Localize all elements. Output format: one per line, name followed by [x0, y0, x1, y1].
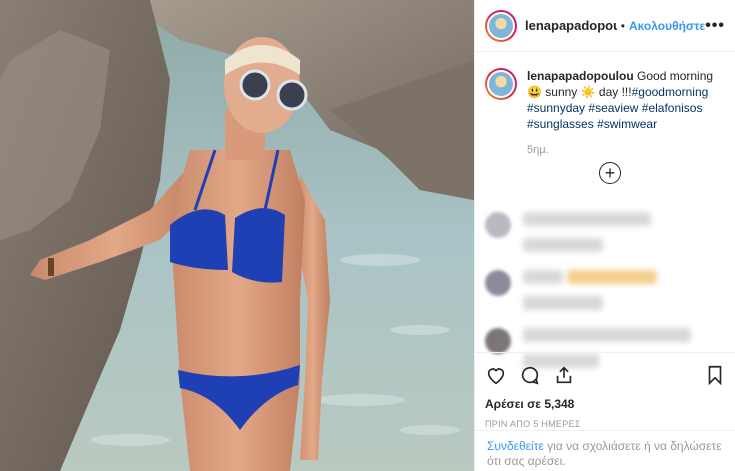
post-photo[interactable] [0, 0, 474, 471]
hashtag-link[interactable]: #seaview [588, 101, 638, 115]
bookmark-icon[interactable] [704, 364, 726, 386]
caption-text: lenapapadopoulou Good morning 😃 sunny ☀️… [527, 68, 725, 132]
avatar[interactable] [485, 212, 511, 238]
list-item [475, 200, 735, 258]
likes-count[interactable]: Αρέσει σε 5,348 [485, 397, 726, 411]
post-date: ΠΡΙΝ ΑΠΟ 5 ΗΜΕΡΕΣ [485, 419, 581, 429]
login-prompt: Συνδεθείτε για να σχολιάσετε ή να δηλώσε… [475, 430, 735, 469]
hashtag-link[interactable]: #swimwear [597, 117, 657, 131]
comment-list [475, 200, 735, 374]
load-more-comments-button[interactable]: + [599, 162, 621, 184]
avatar[interactable] [485, 328, 511, 354]
username-link[interactable]: lenapapadopoulou [525, 18, 617, 33]
login-link[interactable]: Συνδεθείτε [487, 439, 544, 453]
caption-avatar[interactable] [485, 68, 517, 100]
post-image [0, 0, 474, 471]
post-actions: Αρέσει σε 5,348 ΠΡΙΝ ΑΠΟ 5 ΗΜΕΡΕΣ [475, 352, 735, 429]
hashtag-link[interactable]: #sunnyday [527, 101, 585, 115]
list-item [475, 258, 735, 316]
post-age[interactable]: 5ημ. [527, 144, 735, 156]
hashtag-link[interactable]: #elafonisos [642, 101, 703, 115]
post-sidebar: lenapapadopoulou • Ακολουθήστε ••• lenap… [474, 0, 735, 471]
post-header: lenapapadopoulou • Ακολουθήστε ••• [475, 0, 735, 52]
hashtag-link[interactable]: #goodmorning [632, 85, 709, 99]
comment-icon[interactable] [519, 364, 541, 386]
share-icon[interactable] [553, 364, 575, 386]
hashtag-link[interactable]: #sunglasses [527, 117, 594, 131]
separator-dot: • [620, 18, 625, 33]
more-options-icon[interactable]: ••• [705, 17, 725, 35]
follow-button[interactable]: Ακολουθήστε [629, 19, 705, 33]
caption: lenapapadopoulou Good morning 😃 sunny ☀️… [475, 52, 735, 132]
avatar[interactable] [485, 9, 517, 42]
heart-icon[interactable] [485, 364, 507, 386]
caption-username[interactable]: lenapapadopoulou [527, 69, 634, 83]
avatar[interactable] [485, 270, 511, 296]
